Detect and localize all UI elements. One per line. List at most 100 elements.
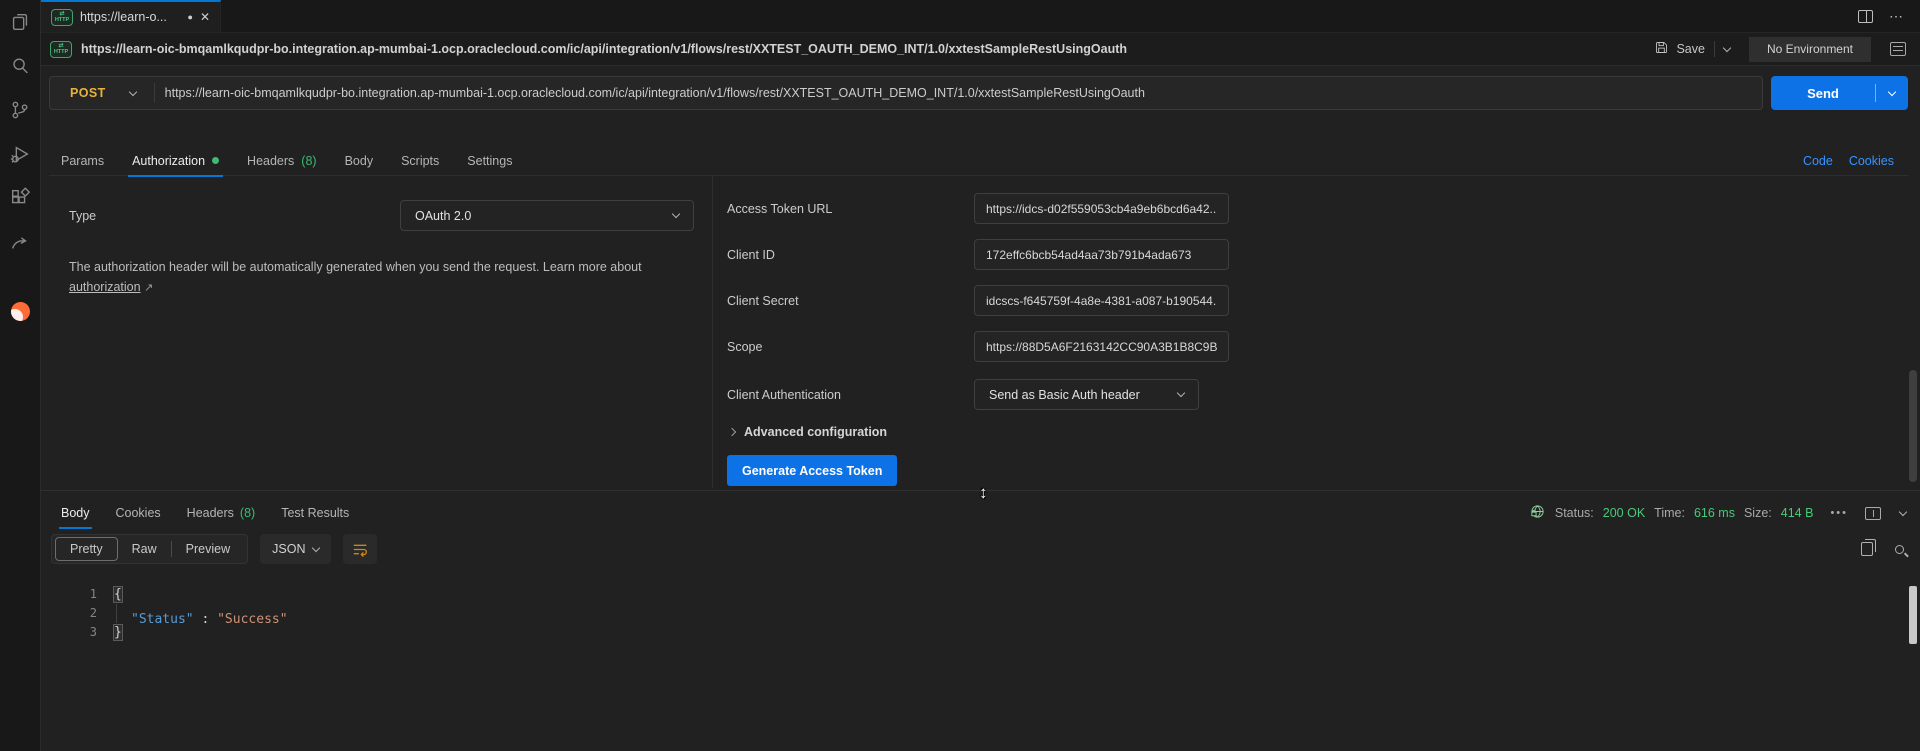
authorization-panel: Type OAuth 2.0 The authorization header … bbox=[49, 176, 1908, 488]
search-icon[interactable] bbox=[8, 54, 32, 78]
auth-configured-dot bbox=[212, 157, 220, 164]
line-number: 3 bbox=[89, 625, 97, 639]
code-line: 1 { bbox=[41, 585, 1920, 604]
send-button[interactable]: Send bbox=[1771, 76, 1908, 110]
time-label: Time: bbox=[1654, 506, 1685, 520]
chevron-down-icon bbox=[312, 543, 321, 552]
url-input[interactable] bbox=[154, 86, 1762, 100]
request-header-row: ⇄ HTTP https://learn-oic-bmqamlkqudpr-bo.… bbox=[41, 33, 1920, 66]
scope-field[interactable] bbox=[974, 331, 1229, 362]
format-selector[interactable]: JSON bbox=[260, 534, 332, 564]
chevron-down-icon[interactable] bbox=[128, 87, 137, 96]
source-control-icon[interactable] bbox=[8, 98, 32, 122]
chevron-down-icon[interactable] bbox=[1722, 43, 1732, 52]
scrollbar-thumb[interactable] bbox=[1909, 370, 1917, 482]
chevron-down-icon bbox=[1176, 388, 1186, 398]
access-token-url-field[interactable] bbox=[974, 193, 1229, 224]
editor-tab-title: https://learn-o... bbox=[80, 10, 167, 24]
time-value: 616 ms bbox=[1693, 506, 1735, 520]
editor-tab-request[interactable]: ⇄ HTTP https://learn-o... ● ✕ bbox=[41, 0, 221, 32]
main-area: ⇄ HTTP https://learn-o... ● ✕ ⋯ ⇄ HTTP htt… bbox=[41, 0, 1920, 751]
access-token-url-label: Access Token URL bbox=[727, 201, 833, 216]
line-number: 1 bbox=[89, 587, 97, 601]
tab-test-results[interactable]: Test Results bbox=[271, 497, 359, 529]
tab-params[interactable]: Params bbox=[51, 146, 114, 176]
client-id-field[interactable] bbox=[974, 239, 1229, 270]
authorization-link[interactable]: authorization bbox=[69, 280, 141, 294]
response-actions bbox=[1861, 539, 1904, 556]
breadcrumb: https://learn-oic-bmqamlkqudpr-bo.integr… bbox=[81, 42, 1128, 56]
view-mode-preview[interactable]: Preview bbox=[172, 537, 244, 561]
run-debug-icon[interactable] bbox=[8, 142, 32, 166]
extensions-icon[interactable] bbox=[8, 186, 32, 210]
response-body-editor[interactable]: 1 { 2 "Status" : "Success" 3 } bbox=[41, 565, 1920, 642]
status-label: Status: bbox=[1554, 506, 1594, 520]
client-authentication-label: Client Authentication bbox=[727, 387, 841, 402]
send-options-button[interactable] bbox=[1876, 87, 1908, 96]
close-icon[interactable]: ✕ bbox=[200, 10, 210, 24]
split-pane-icon[interactable] bbox=[1865, 506, 1881, 520]
request-pane: POST Send Params Authorization Headers(8… bbox=[41, 66, 1920, 490]
generate-access-token-button[interactable]: Generate Access Token bbox=[727, 455, 898, 486]
response-pane: Body Cookies Headers (8) Test Results Sta… bbox=[41, 490, 1920, 751]
request-tabs: Params Authorization Headers (8) Body Scr… bbox=[49, 146, 1908, 177]
tab-scripts[interactable]: Scripts bbox=[391, 146, 449, 176]
environment-selector[interactable]: No Environment bbox=[1748, 36, 1871, 62]
method-selector[interactable]: POST bbox=[50, 86, 130, 100]
size-value: 414 B bbox=[1780, 506, 1814, 520]
chevron-down-icon bbox=[671, 209, 681, 219]
divider bbox=[1713, 41, 1715, 57]
save-icon bbox=[1654, 40, 1669, 58]
copy-icon[interactable] bbox=[1861, 539, 1876, 556]
response-status-bar: Status: 200 OK Time: 616 ms Size: 414 B … bbox=[1529, 503, 1908, 523]
tab-response-headers[interactable]: Headers (8) bbox=[177, 497, 266, 529]
auth-type-select[interactable]: OAuth 2.0 bbox=[400, 200, 694, 231]
scope-label: Scope bbox=[727, 339, 763, 354]
cookies-link[interactable]: Cookies bbox=[1849, 154, 1894, 168]
editor-tabstrip: ⇄ HTTP https://learn-o... ● ✕ ⋯ bbox=[41, 0, 1920, 33]
globe-lock-icon bbox=[1529, 503, 1546, 523]
scrollbar-thumb[interactable] bbox=[1909, 586, 1917, 644]
tab-response-body[interactable]: Body bbox=[51, 497, 100, 529]
auth-type-pane: Type OAuth 2.0 The authorization header … bbox=[49, 176, 713, 488]
external-link-icon: ↗ bbox=[144, 282, 154, 294]
tab-headers[interactable]: Headers (8) bbox=[237, 146, 327, 176]
response-toolbar: Pretty Raw Preview JSON bbox=[41, 533, 1920, 565]
chevron-down-icon[interactable] bbox=[1898, 507, 1908, 516]
postman-icon[interactable] bbox=[11, 302, 30, 321]
tab-response-cookies[interactable]: Cookies bbox=[106, 497, 171, 529]
app-window: ⇄ HTTP https://learn-o... ● ✕ ⋯ ⇄ HTTP htt… bbox=[0, 0, 1920, 751]
code-line: 2 "Status" : "Success" bbox=[41, 604, 1920, 627]
share-icon[interactable] bbox=[8, 230, 32, 254]
code-line: 3 } bbox=[41, 623, 1920, 642]
tab-body[interactable]: Body bbox=[335, 146, 384, 176]
http-method-icon: ⇄ HTTP bbox=[51, 8, 73, 26]
files-icon[interactable] bbox=[8, 10, 32, 34]
save-button[interactable]: Save bbox=[1654, 40, 1705, 58]
view-mode-raw[interactable]: Raw bbox=[118, 537, 171, 561]
auth-helper-text: The authorization header will be automat… bbox=[69, 260, 642, 294]
client-secret-label: Client Secret bbox=[727, 293, 799, 308]
tab-authorization[interactable]: Authorization bbox=[122, 146, 229, 177]
more-icon[interactable]: ⋯ bbox=[1889, 8, 1904, 25]
http-method-icon: ⇄ HTTP bbox=[50, 40, 72, 58]
url-row: POST Send bbox=[49, 76, 1908, 110]
client-secret-field[interactable] bbox=[974, 285, 1229, 316]
request-tab-links: Code Cookies bbox=[1803, 154, 1908, 168]
view-mode-pretty[interactable]: Pretty bbox=[55, 537, 118, 561]
wrap-text-button[interactable] bbox=[343, 534, 378, 564]
tab-settings[interactable]: Settings bbox=[457, 146, 522, 176]
search-small-icon[interactable] bbox=[1895, 544, 1904, 554]
tabstrip-actions: ⋯ bbox=[1858, 0, 1920, 32]
ellipsis-icon[interactable]: ••• bbox=[1830, 507, 1848, 519]
oauth-config-pane: Access Token URL Client ID Client Secret… bbox=[713, 176, 1908, 488]
view-mode-group: Pretty Raw Preview bbox=[51, 534, 249, 564]
client-authentication-select[interactable]: Send as Basic Auth header bbox=[974, 379, 1199, 410]
activity-bar bbox=[0, 0, 41, 751]
split-editor-icon[interactable] bbox=[1858, 9, 1873, 23]
code-link[interactable]: Code bbox=[1803, 154, 1833, 168]
chevron-right-icon bbox=[727, 427, 737, 437]
environment-icon[interactable] bbox=[1890, 42, 1906, 56]
advanced-configuration-toggle[interactable]: Advanced configuration bbox=[727, 425, 1908, 439]
save-label: Save bbox=[1676, 42, 1705, 56]
